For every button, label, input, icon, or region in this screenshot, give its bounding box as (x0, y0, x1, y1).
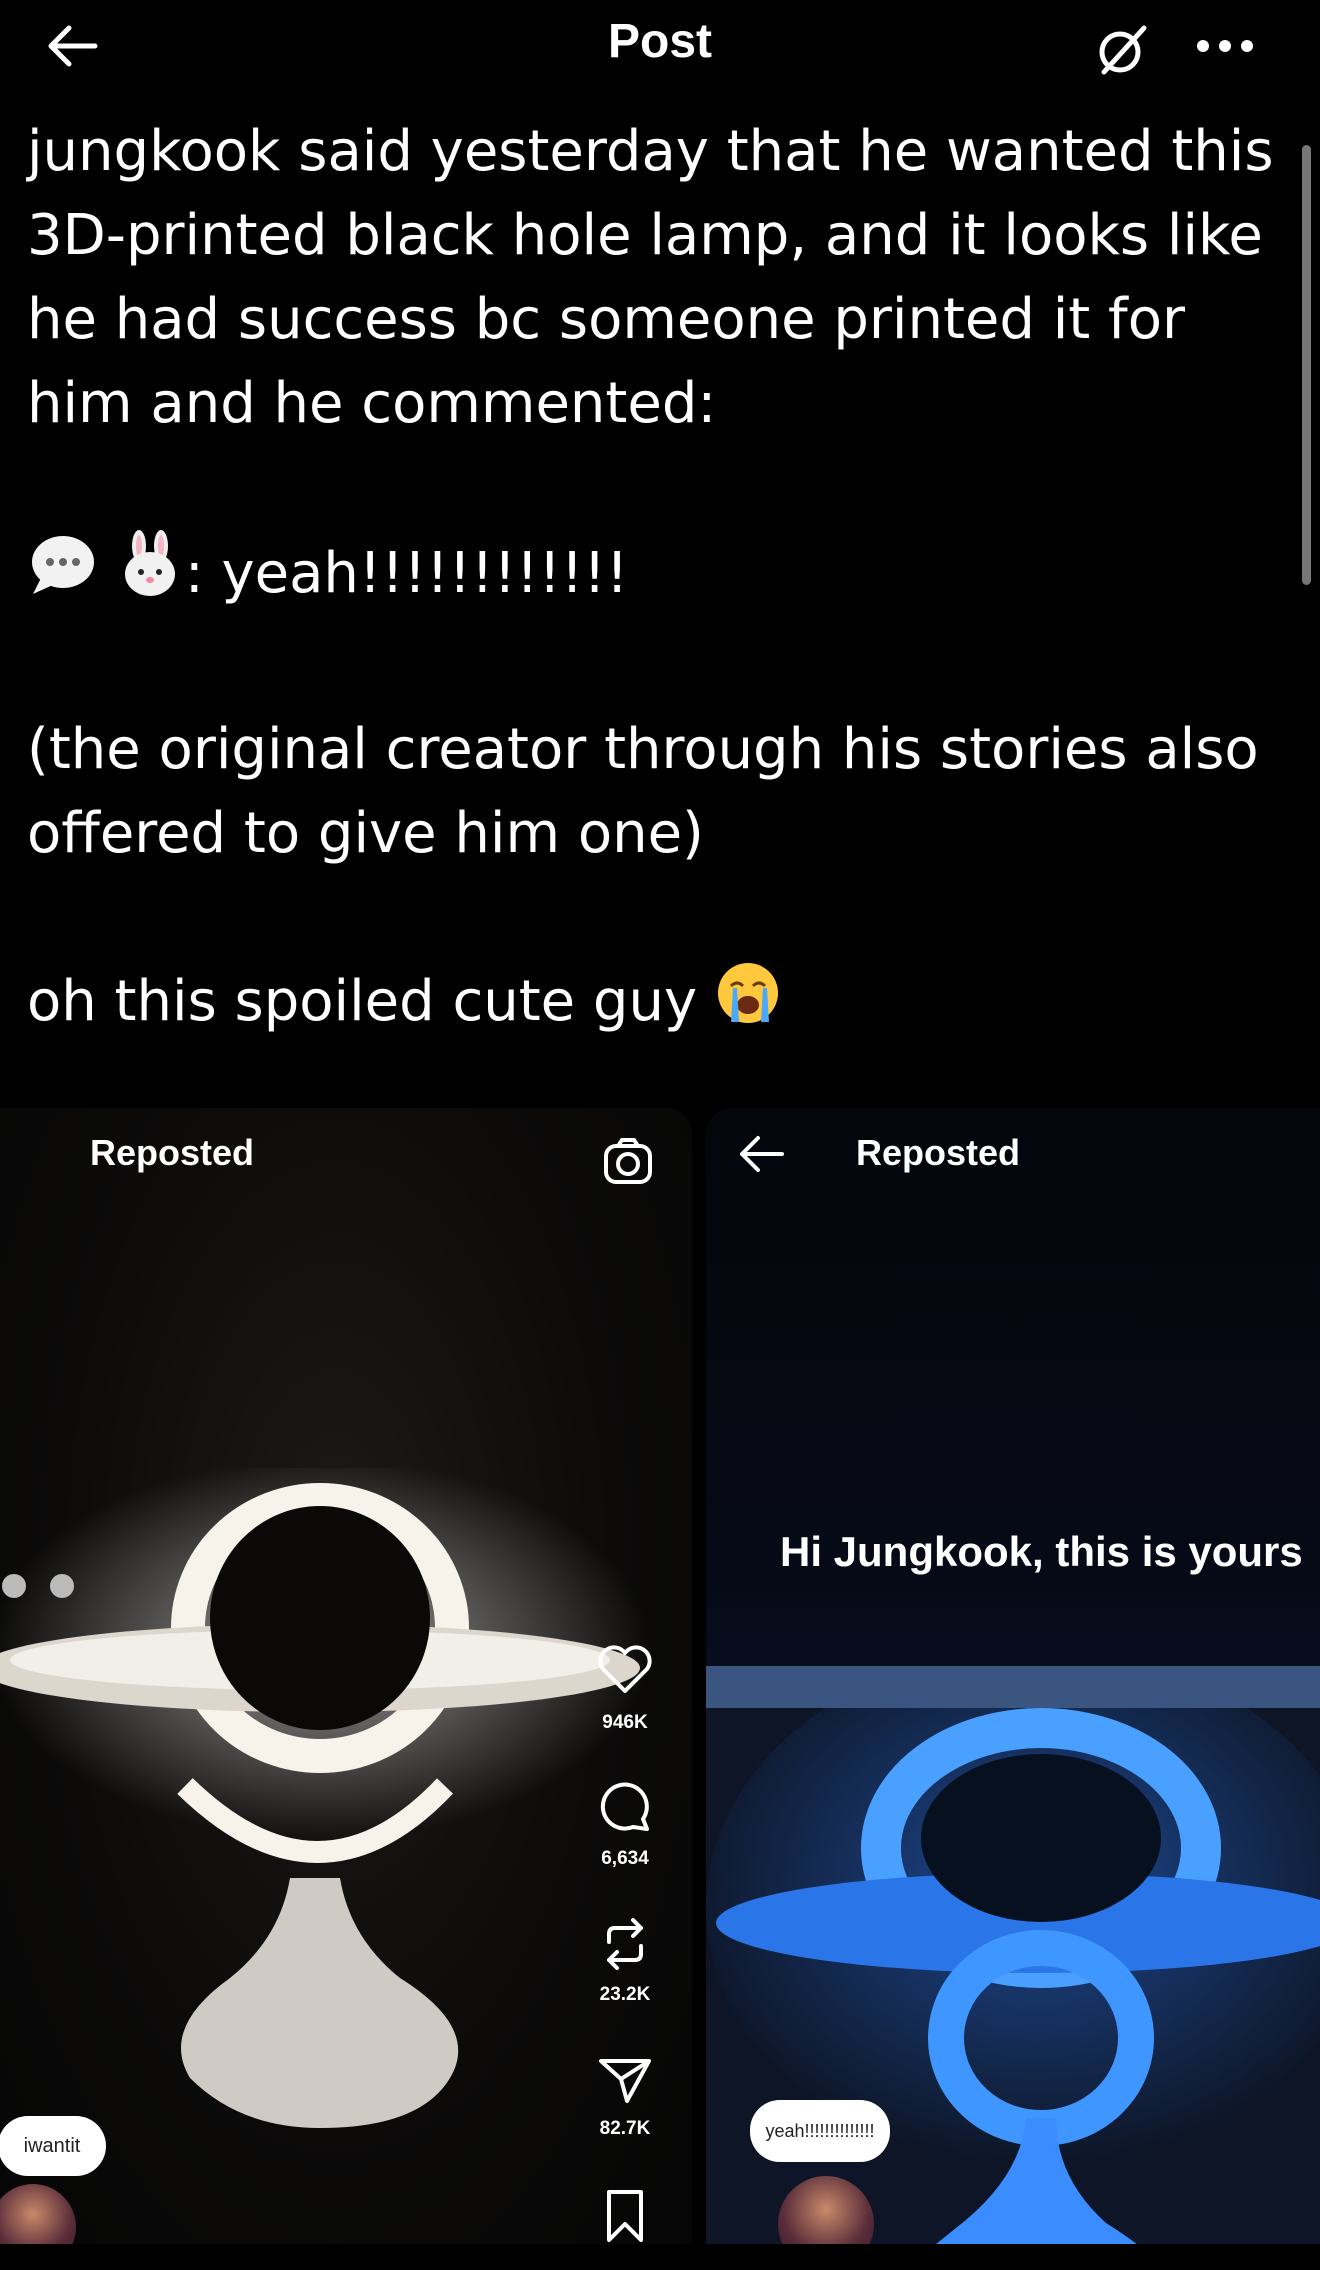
comment-bubble-icon (600, 1782, 649, 1831)
comments-count: 6,634 (601, 1848, 649, 1869)
likes-count: 946K (602, 1712, 648, 1733)
heart-icon (598, 1645, 652, 1693)
post-paragraph: jungkook said yesterday that he wanted t… (27, 119, 1274, 436)
more-horizontal-icon (1197, 40, 1253, 52)
post-body: jungkook said yesterday that he wanted t… (27, 110, 1287, 1050)
repost-button[interactable] (590, 1914, 660, 1974)
post-paragraph-text: oh this spoiled cute guy (27, 969, 698, 1035)
scrollbar[interactable] (1302, 145, 1311, 585)
comment-text: : yeah!!!!!!!!!!!! (184, 541, 629, 607)
crying-face-icon (715, 960, 781, 1050)
speech-bubble-icon (27, 530, 97, 624)
camera-icon[interactable] (602, 1138, 654, 1191)
reposted-label: Reposted (856, 1132, 1021, 1173)
arrow-left-icon (740, 1136, 784, 1172)
comment-bubble: iwantit (0, 2116, 106, 2176)
repost-icon (607, 1918, 643, 1970)
post-paragraph: (the original creator through his storie… (27, 717, 1259, 866)
monitor-edge (706, 1666, 1320, 1710)
comment-line: : yeah!!!!!!!!!!!! (27, 530, 1287, 624)
rabbit-face-icon (115, 530, 185, 624)
bottom-edge (0, 2244, 1320, 2270)
blurred-light (2, 1574, 26, 1598)
grok-icon (1099, 25, 1147, 75)
media-image-right[interactable]: Reposted yeah!!!!!!!!!!!!!! (706, 1108, 1320, 2270)
back-button[interactable] (736, 1134, 786, 1179)
bookmark-icon (607, 2190, 643, 2242)
video-overlay-text: Hi Jungkook, this is yours (780, 1528, 1303, 1575)
black-hole-lamp-white (0, 1468, 650, 2128)
reposts-count: 23.2K (599, 1984, 651, 2005)
share-button[interactable] (590, 2050, 660, 2110)
media-image-left[interactable]: Reposted 946K 6,634 23.2K 82.7K iwantit (0, 1108, 692, 2270)
send-icon (599, 2059, 651, 2103)
comment-button[interactable] (590, 1776, 660, 1836)
more-options-button[interactable] (1190, 18, 1260, 74)
bookmark-button[interactable] (590, 2186, 660, 2246)
post-paragraph-last: oh this spoiled cute guy (27, 960, 1287, 1050)
top-nav-bar: Post (0, 0, 1320, 92)
reposted-label: Reposted (90, 1132, 255, 1173)
shares-count: 82.7K (599, 2118, 651, 2139)
like-button[interactable] (590, 1640, 660, 1700)
grok-button[interactable] (1090, 18, 1154, 82)
blurred-light (50, 1574, 74, 1598)
comment-bubble: yeah!!!!!!!!!!!!!! (750, 2100, 890, 2162)
